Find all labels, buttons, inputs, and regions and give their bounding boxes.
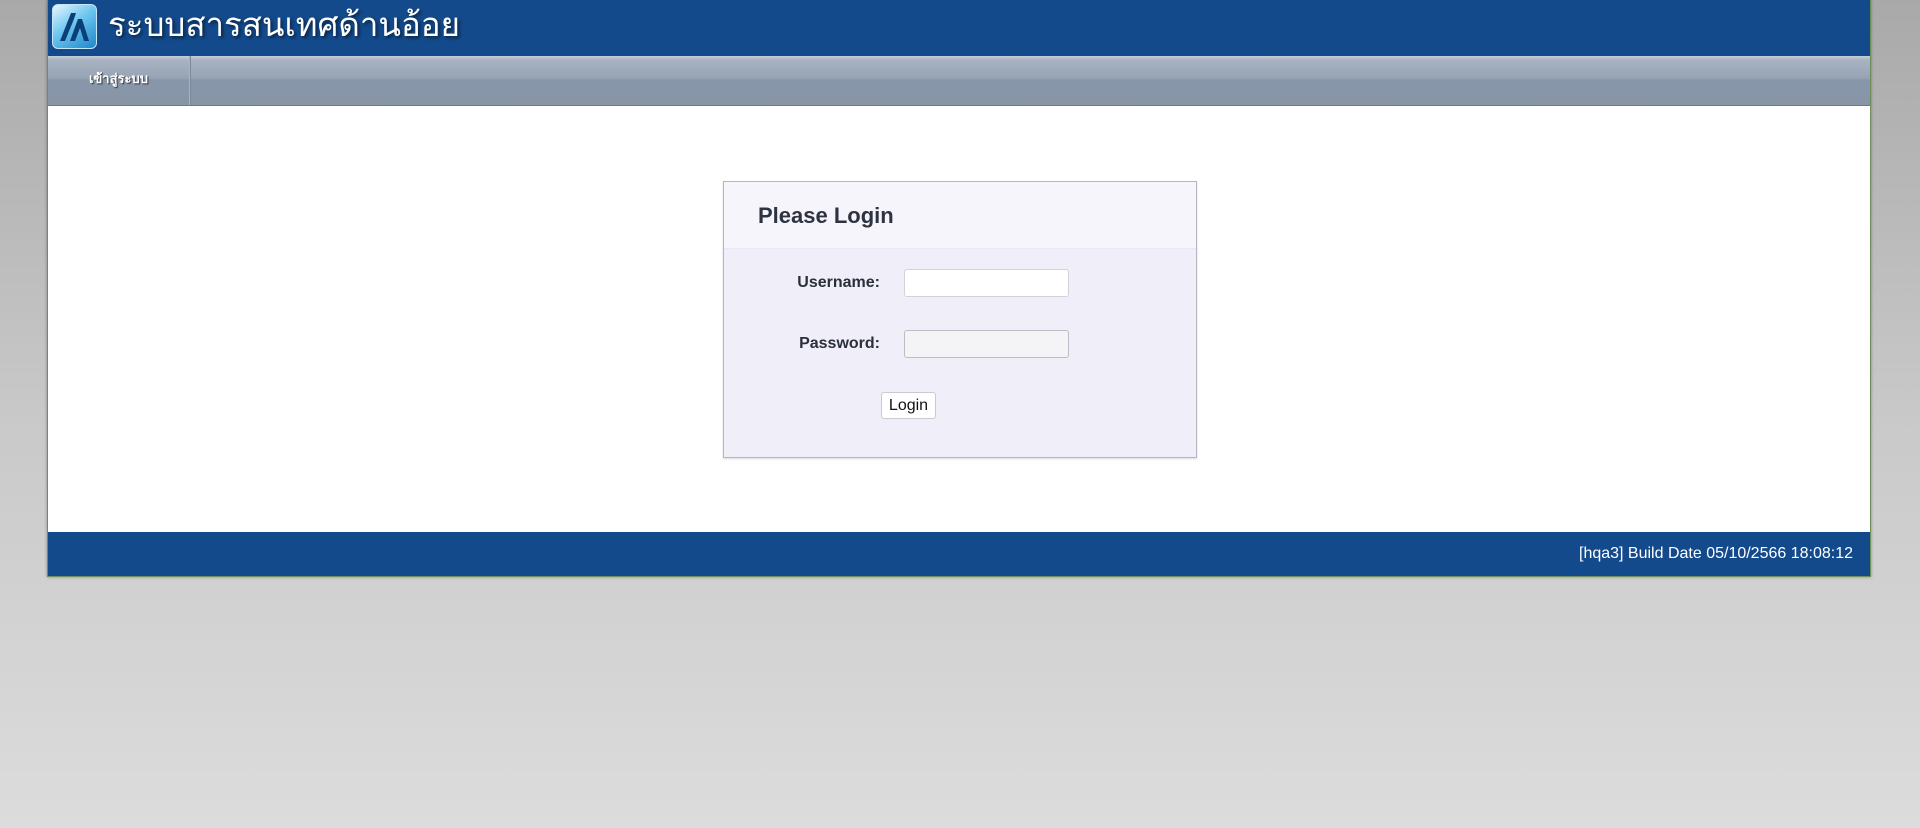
logo-icon [52, 4, 97, 49]
build-info: [hqa3] Build Date 05/10/2566 18:08:12 [1579, 545, 1853, 562]
app-footer: [hqa3] Build Date 05/10/2566 18:08:12 [48, 532, 1870, 576]
app-header: ระบบสารสนเทศด้านอ้อย [48, 0, 1870, 56]
username-input[interactable] [904, 269, 1069, 297]
nav-item-label: เข้าสู่ระบบ [88, 72, 149, 87]
password-input[interactable] [904, 330, 1069, 358]
app-title: ระบบสารสนเทศด้านอ้อย [108, 5, 460, 44]
app-frame: ระบบสารสนเทศด้านอ้อย เข้าสู่ระบบ Please … [47, 0, 1871, 577]
login-panel: Please Login Username: Password: Login [723, 181, 1197, 458]
username-label: Username: [797, 274, 880, 291]
nav-item-login[interactable]: เข้าสู่ระบบ [48, 56, 190, 105]
login-title: Please Login [758, 203, 894, 228]
password-label: Password: [799, 335, 880, 352]
login-button[interactable]: Login [881, 392, 936, 419]
login-panel-header: Please Login [724, 182, 1196, 249]
main-navbar: เข้าสู่ระบบ [48, 56, 1870, 106]
main-content: Please Login Username: Password: Login [48, 106, 1870, 532]
